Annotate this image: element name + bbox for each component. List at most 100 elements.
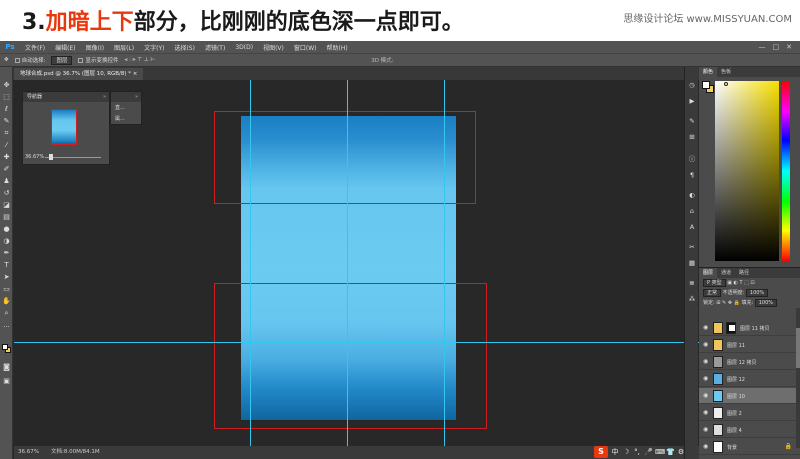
layer-thumbnail[interactable] (713, 441, 723, 453)
layer-name[interactable]: 图层 12 (727, 376, 745, 383)
color-picker-field[interactable] (715, 81, 779, 261)
auto-select-checkbox[interactable]: 自动选择: (14, 56, 45, 64)
dodge-tool-icon[interactable]: ◑ (2, 237, 11, 246)
blur-tool-icon[interactable]: ● (2, 225, 11, 234)
navigator-slider-handle[interactable] (49, 154, 53, 160)
mic-icon[interactable]: 🎤 (644, 448, 653, 456)
layer-thumbnail[interactable] (713, 356, 723, 368)
collapse-icon[interactable]: » (135, 92, 138, 102)
document-tab[interactable]: 地球合成.psd @ 36.7% (图层 10, RGB/8) * × (14, 68, 144, 80)
character-icon[interactable]: A (688, 223, 696, 231)
visibility-eye-icon[interactable]: ◉ (703, 358, 708, 365)
fill-input[interactable]: 100% (754, 299, 778, 307)
history-brush-tool-icon[interactable]: ↺ (2, 189, 11, 198)
guide-vertical[interactable] (250, 80, 251, 446)
minimize-icon[interactable]: — (759, 43, 766, 51)
maximize-icon[interactable]: □ (773, 43, 780, 51)
layer-row[interactable]: ◉ 图层 2 (699, 405, 800, 421)
brush-tool-icon[interactable]: ✐ (2, 165, 11, 174)
menu-window[interactable]: 窗口(W) (289, 43, 322, 52)
actions-icon[interactable]: ▶ (688, 97, 696, 105)
foreground-color-swatch[interactable] (2, 344, 8, 350)
guide-horizontal[interactable] (14, 342, 702, 343)
pen-tool-icon[interactable]: ✒ (2, 249, 11, 258)
visibility-eye-icon[interactable]: ◉ (703, 443, 708, 450)
layer-thumbnail[interactable] (713, 339, 723, 351)
quick-select-tool-icon[interactable]: ✎ (2, 117, 11, 126)
keyboard-icon[interactable]: ⌨ (655, 448, 665, 456)
tab-color[interactable]: 颜色 (699, 67, 718, 77)
sogou-ime-icon[interactable]: S (594, 445, 608, 458)
menu-view[interactable]: 视图(V) (258, 43, 289, 52)
histogram-tab[interactable]: 直... (115, 104, 125, 111)
navigator-zoom-value[interactable]: 36.67% (25, 154, 44, 160)
layer-row[interactable]: ◉ 背景 🔒 (699, 439, 800, 455)
layer-row[interactable]: ◉ 图层 12 拷贝 (699, 354, 800, 370)
channels-icon[interactable]: ⁂ (688, 295, 696, 303)
layer-row[interactable]: ◉ 图层 12 (699, 371, 800, 387)
layer-name[interactable]: 图层 4 (727, 427, 742, 434)
ime-lang-icon[interactable]: 中 (611, 448, 619, 456)
navigator-thumbnail[interactable] (51, 109, 77, 145)
tab-channels[interactable]: 通道 (717, 268, 735, 278)
visibility-eye-icon[interactable]: ◉ (703, 324, 708, 331)
brush-preset-icon[interactable]: ✎ (688, 117, 696, 125)
layers-scroll-thumb[interactable] (796, 328, 800, 368)
histogram-header[interactable]: » (111, 92, 141, 102)
guide-vertical[interactable] (444, 80, 445, 446)
layer-row[interactable]: ◉ 图层 10 (699, 388, 800, 404)
styles-icon[interactable]: ⌂ (688, 207, 696, 215)
foreground-color-swatch[interactable] (702, 81, 710, 89)
navigator-zoom-slider[interactable] (45, 157, 101, 158)
tab-layers[interactable]: 图层 (699, 268, 718, 278)
shape-tool-icon[interactable]: ▭ (2, 285, 11, 294)
paragraph-icon[interactable]: ¶ (688, 171, 696, 179)
paths-icon[interactable]: ✂ (688, 243, 696, 251)
opacity-input[interactable]: 100% (745, 289, 769, 297)
layer-name[interactable]: 图层 12 拷贝 (727, 359, 757, 366)
layer-name[interactable]: 图层 11 (727, 342, 745, 349)
menu-3d[interactable]: 3D(D) (230, 44, 258, 51)
moon-icon[interactable]: ☽ (622, 448, 630, 456)
layer-name[interactable]: 图层 2 (727, 410, 742, 417)
eyedropper-tool-icon[interactable]: ⁄ (2, 141, 11, 150)
layer-thumbnail[interactable] (713, 322, 723, 334)
history-icon[interactable]: ◷ (688, 81, 696, 89)
type-tool-icon[interactable]: T (2, 261, 11, 270)
gradient-tool-icon[interactable]: ▤ (2, 213, 11, 222)
layer-thumbnail[interactable] (713, 373, 723, 385)
blend-mode-dropdown[interactable]: 正常 (703, 289, 722, 297)
hand-tool-icon[interactable]: ✋ (2, 297, 11, 306)
path-select-tool-icon[interactable]: ➤ (2, 273, 11, 282)
move-tool-icon[interactable]: ✥ (2, 81, 11, 90)
menu-edit[interactable]: 编辑(E) (50, 43, 80, 52)
menu-file[interactable]: 文件(F) (20, 43, 50, 52)
layer-thumbnail[interactable] (713, 407, 723, 419)
menu-help[interactable]: 帮助(H) (322, 43, 353, 52)
layer-kind-filter[interactable]: P 类型 (703, 279, 726, 287)
layer-row[interactable]: ◉ 图层 11 拷贝 (699, 320, 800, 336)
layer-name[interactable]: 图层 11 拷贝 (740, 325, 770, 332)
visibility-eye-icon[interactable]: ◉ (703, 341, 708, 348)
tab-swatches[interactable]: 色板 (717, 67, 735, 77)
quick-mask-icon[interactable]: ◙ (2, 363, 11, 372)
layer-thumbnail[interactable] (713, 424, 723, 436)
layer-row[interactable]: ◉ 图层 11 (699, 337, 800, 353)
eraser-tool-icon[interactable]: ◪ (2, 201, 11, 210)
layer-name[interactable]: 图层 10 (727, 393, 745, 400)
picker-cursor[interactable] (724, 82, 728, 86)
visibility-eye-icon[interactable]: ◉ (703, 409, 708, 416)
canvas-area[interactable] (14, 80, 702, 446)
status-zoom[interactable]: 36.67% (18, 446, 39, 459)
crop-tool-icon[interactable]: ⌗ (2, 129, 11, 138)
more-tools-icon[interactable]: ··· (2, 323, 11, 332)
menu-image[interactable]: 图像(I) (81, 43, 109, 52)
lasso-tool-icon[interactable]: ℓ (2, 105, 11, 114)
marquee-tool-icon[interactable]: ⬚ (2, 93, 11, 102)
info-icon[interactable]: ⓘ (688, 155, 696, 163)
menu-filter[interactable]: 滤镜(T) (200, 43, 230, 52)
tab-paths[interactable]: 路径 (735, 268, 753, 278)
visibility-eye-icon[interactable]: ◉ (703, 426, 708, 433)
layer-name[interactable]: 背景 (727, 444, 737, 451)
layers-icon[interactable]: ≣ (688, 279, 696, 287)
